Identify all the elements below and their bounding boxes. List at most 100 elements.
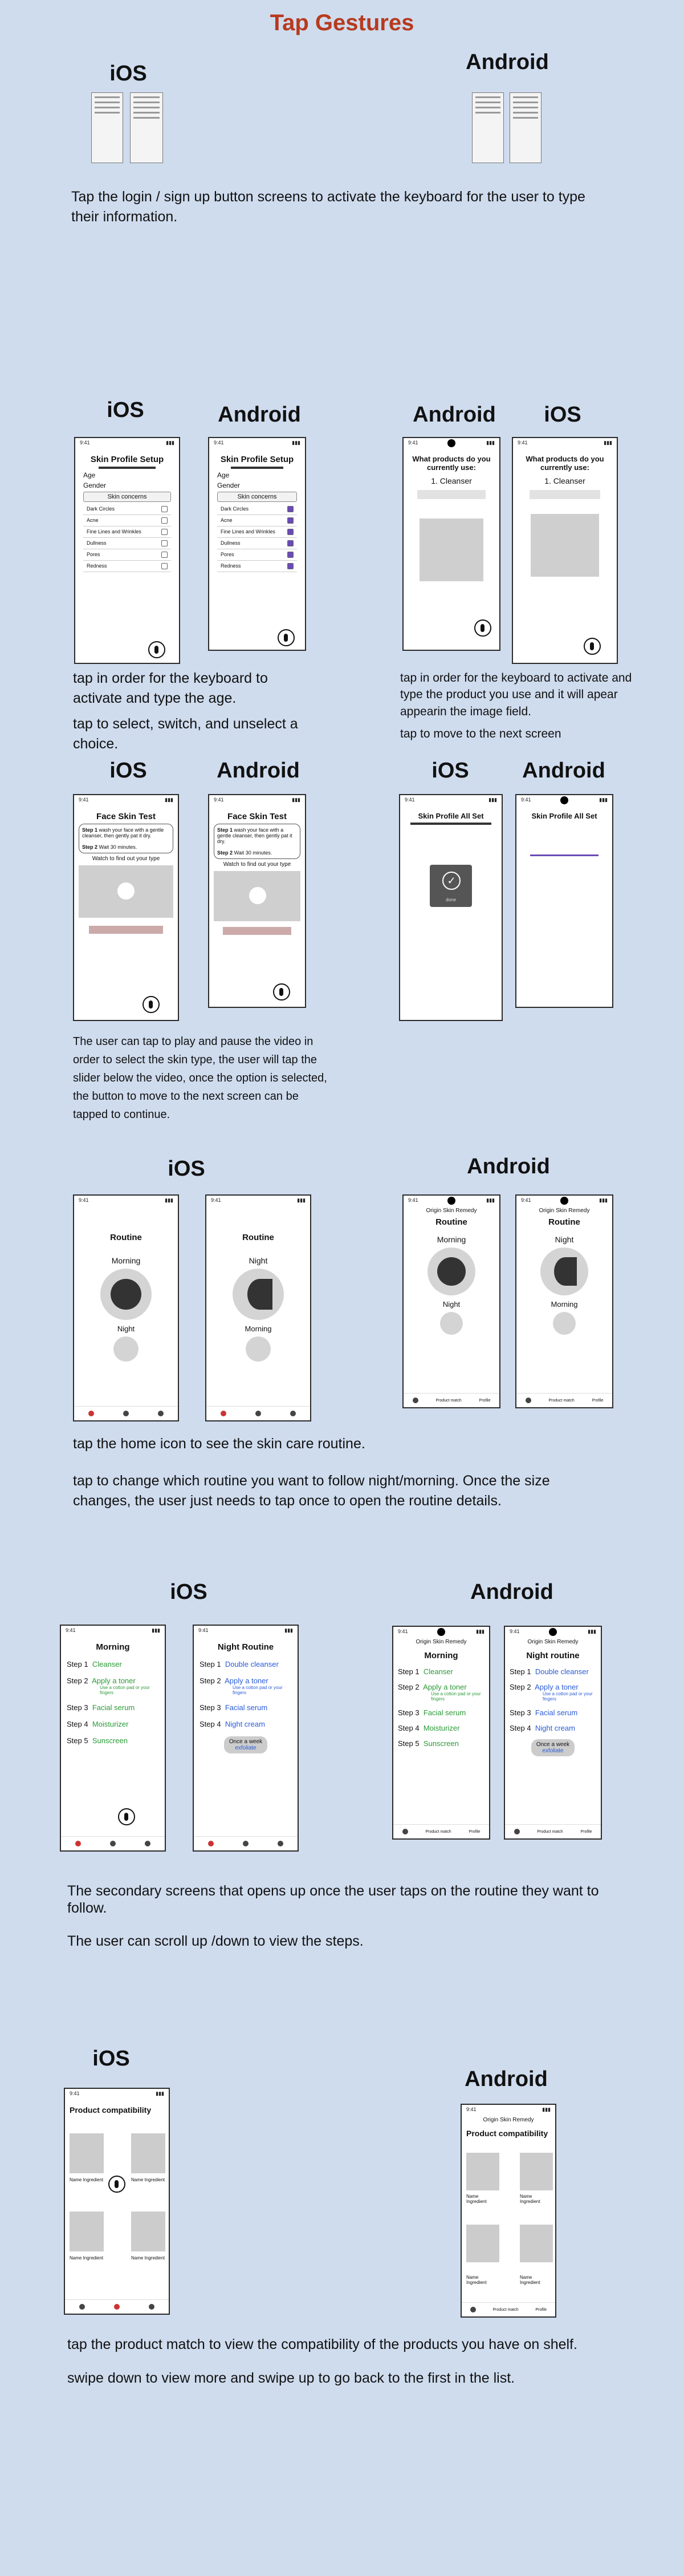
concern-option[interactable]: Fine Lines and Wrinkles: [83, 526, 171, 538]
routine-step[interactable]: Step 2 Apply a toner Use a cotton pad or …: [398, 1683, 484, 1702]
morning-routine-button[interactable]: [246, 1336, 271, 1362]
step-label: Step 2: [82, 844, 98, 850]
home-icon[interactable]: [208, 1841, 214, 1846]
product-image[interactable]: [131, 2212, 165, 2251]
routine-step[interactable]: Step 3 Facial serum: [199, 1703, 292, 1712]
home-icon[interactable]: [221, 1411, 227, 1416]
night-routine-button[interactable]: [540, 1248, 588, 1295]
gender-field[interactable]: Gender: [217, 481, 297, 489]
profile-icon[interactable]: [144, 1841, 150, 1846]
screen-title: Morning: [96, 1642, 130, 1652]
age-field[interactable]: Age: [83, 471, 171, 479]
exfoliate-badge[interactable]: Once a week exfoliate: [224, 1736, 267, 1753]
concern-option[interactable]: Acne: [83, 515, 171, 526]
caption-video: The user can tap to play and pause the v…: [73, 1035, 327, 1121]
home-icon[interactable]: [75, 1841, 82, 1846]
routine-step[interactable]: Step 3 Facial serum: [398, 1708, 484, 1717]
routine-step[interactable]: Step 1 Double cleanser: [510, 1667, 596, 1676]
morning-routine-button[interactable]: [553, 1312, 576, 1335]
age-field[interactable]: Age: [217, 471, 297, 479]
video-player[interactable]: [214, 871, 300, 921]
profile-icon[interactable]: [148, 2304, 154, 2310]
product-image[interactable]: [466, 2225, 499, 2262]
concern-option[interactable]: Dullness: [83, 538, 171, 549]
exfoliate-badge[interactable]: Once a week exfoliate: [531, 1739, 575, 1756]
profile-tab[interactable]: Profile: [479, 1399, 491, 1403]
product-match-icon[interactable]: [123, 1411, 129, 1416]
product-image[interactable]: [520, 2153, 553, 2190]
night-routine-button[interactable]: [113, 1336, 139, 1362]
concern-option[interactable]: Pores: [217, 549, 297, 561]
product-match-tab[interactable]: Product match: [426, 1830, 451, 1834]
routine-step[interactable]: Step 3 Facial serum: [67, 1703, 159, 1712]
gender-field[interactable]: Gender: [83, 481, 171, 489]
profile-tab[interactable]: Profile: [535, 2308, 547, 2312]
play-icon[interactable]: [249, 887, 266, 904]
product-match-tab[interactable]: Product match: [493, 2308, 519, 2312]
concern-option[interactable]: Fine Lines and Wrinkles: [217, 526, 297, 538]
product-match-tab[interactable]: Product match: [538, 1830, 563, 1834]
concern-option[interactable]: Dullness: [217, 538, 297, 549]
routine-step[interactable]: Step 2 Apply a toner Use a cotton pad or …: [67, 1676, 159, 1695]
profile-icon[interactable]: [157, 1411, 164, 1416]
product-image[interactable]: [70, 2212, 104, 2251]
product-match-icon[interactable]: [109, 1841, 116, 1846]
concern-option[interactable]: Redness: [83, 561, 171, 572]
watch-label: Watch to find out your type: [223, 861, 291, 868]
home-icon[interactable]: [402, 1829, 408, 1834]
caption-profile-select: tap to select, switch, and unselect a ch…: [73, 716, 298, 752]
profile-icon[interactable]: [290, 1411, 296, 1416]
play-icon[interactable]: [117, 882, 135, 900]
routine-step[interactable]: Step 4 Night cream: [510, 1724, 596, 1732]
step-label: Step 1: [82, 827, 98, 833]
routine-step[interactable]: Step 3 Facial serum: [510, 1708, 596, 1717]
routine-step[interactable]: Step 4 Night cream: [199, 1720, 292, 1728]
profile-tab[interactable]: Profile: [469, 1830, 481, 1834]
concern-option[interactable]: Pores: [83, 549, 171, 561]
product-match-icon[interactable]: [242, 1841, 249, 1846]
screen-title: Routine: [242, 1233, 274, 1242]
concern-option[interactable]: Redness: [217, 561, 297, 572]
morning-label: Morning: [551, 1300, 578, 1309]
concern-option[interactable]: Acne: [217, 515, 297, 526]
routine-step[interactable]: Step 1 Cleanser: [398, 1667, 484, 1676]
profile-tab[interactable]: Profile: [592, 1399, 604, 1403]
product-image[interactable]: [520, 2225, 553, 2262]
routine-step[interactable]: Step 5 Sunscreen: [398, 1739, 484, 1748]
concern-option[interactable]: Dark Circles: [217, 504, 297, 515]
concern-option[interactable]: Dark Circles: [83, 504, 171, 515]
routine-step[interactable]: Step 4 Moisturizer: [67, 1720, 159, 1728]
skin-type-slider[interactable]: [89, 926, 163, 934]
home-icon[interactable]: [412, 1398, 418, 1403]
night-routine-button[interactable]: [440, 1312, 463, 1335]
product-image[interactable]: [70, 2133, 104, 2173]
skin-type-slider[interactable]: [223, 927, 291, 935]
ingredient-label: Name Ingredient: [520, 2194, 540, 2204]
product-image[interactable]: [466, 2153, 499, 2190]
product-match-tab[interactable]: Product match: [436, 1399, 462, 1403]
video-player[interactable]: [79, 865, 173, 918]
home-icon[interactable]: [79, 2304, 85, 2310]
home-icon[interactable]: [470, 2307, 476, 2312]
page-title: Tap Gestures: [270, 10, 414, 35]
routine-step[interactable]: Step 4 Moisturizer: [398, 1724, 484, 1732]
home-icon[interactable]: [525, 1398, 531, 1403]
morning-routine-button[interactable]: [427, 1248, 475, 1295]
product-match-tab[interactable]: Product match: [549, 1399, 575, 1403]
routine-step[interactable]: Step 2 Apply a toner Use a cotton pad or …: [199, 1676, 292, 1695]
profile-tab[interactable]: Profile: [581, 1830, 592, 1834]
product-match-icon[interactable]: [255, 1411, 261, 1416]
profile-icon[interactable]: [277, 1841, 283, 1846]
home-icon[interactable]: [514, 1829, 520, 1834]
product-input[interactable]: [417, 490, 486, 499]
product-input[interactable]: [530, 490, 600, 499]
night-routine-button[interactable]: [233, 1269, 284, 1320]
product-match-icon[interactable]: [113, 2304, 120, 2310]
routine-step[interactable]: Step 2 Apply a toner Use a cotton pad or …: [510, 1683, 596, 1702]
morning-routine-button[interactable]: [100, 1269, 152, 1320]
routine-step[interactable]: Step 1 Cleanser: [67, 1660, 159, 1668]
routine-step[interactable]: Step 1 Double cleanser: [199, 1660, 292, 1668]
product-image[interactable]: [131, 2133, 165, 2173]
home-icon[interactable]: [88, 1411, 95, 1416]
routine-step[interactable]: Step 5 Sunscreen: [67, 1736, 159, 1745]
